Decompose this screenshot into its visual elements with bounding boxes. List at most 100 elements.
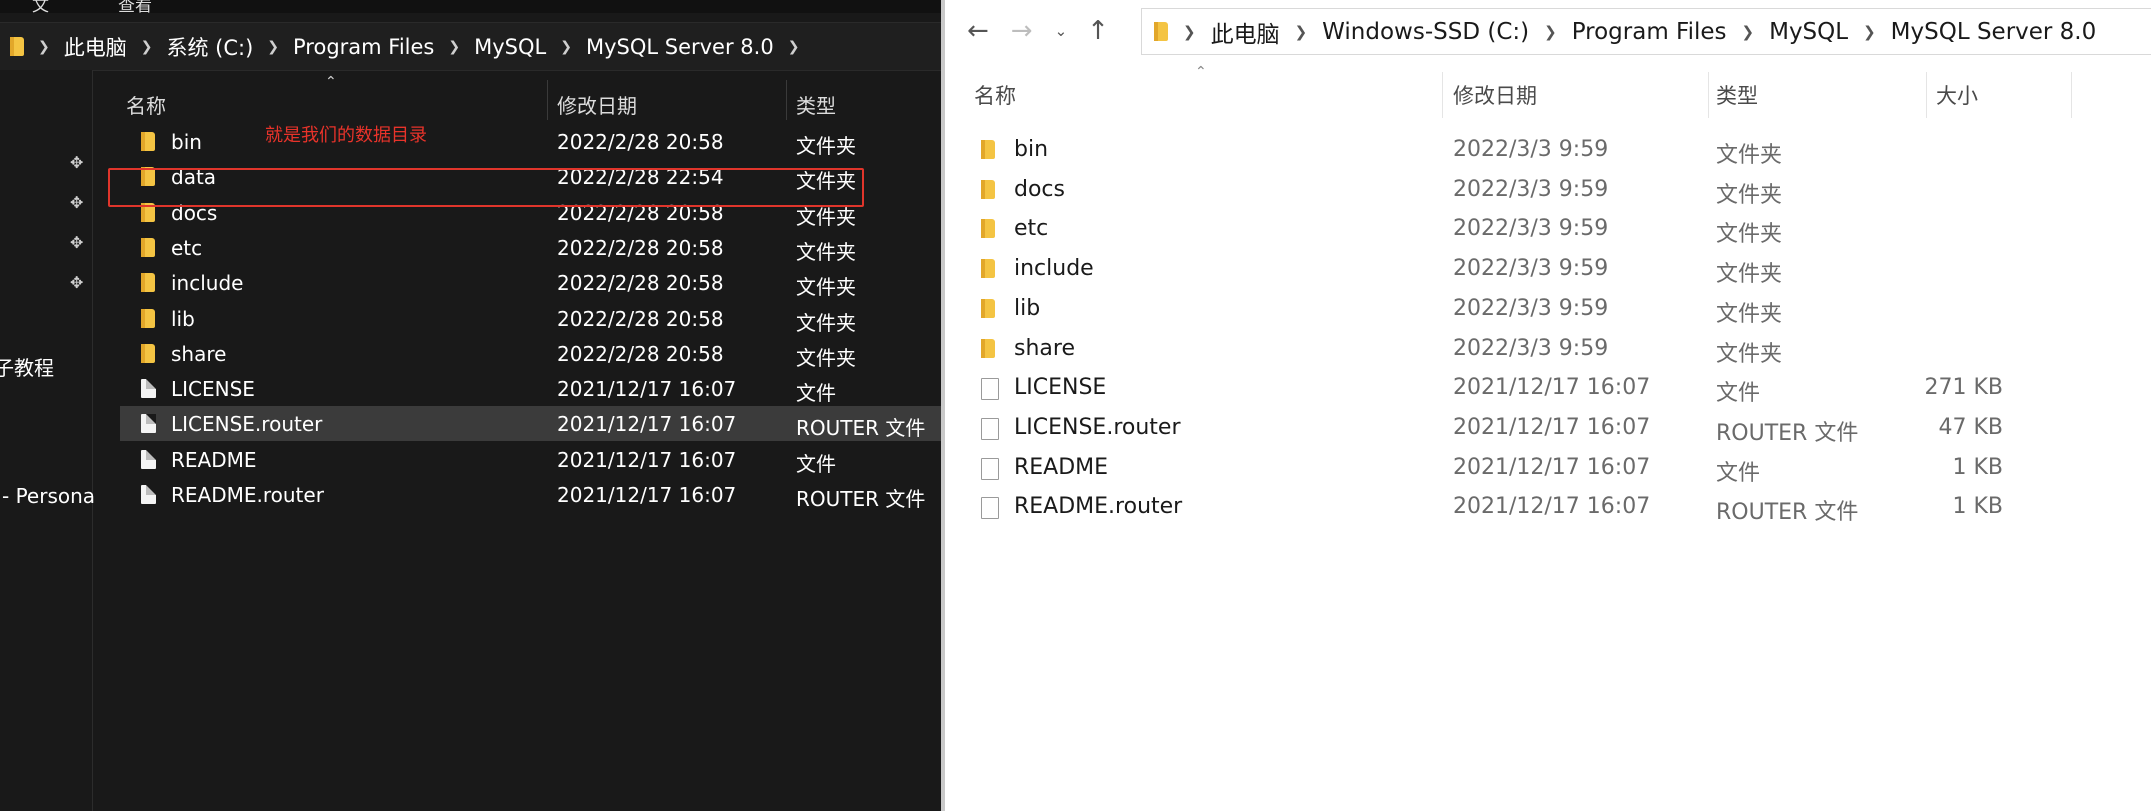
file-type: 文件夹	[1716, 143, 1783, 168]
column-header-size[interactable]: 大小	[1936, 80, 1978, 110]
column-header-row: ⌃ 名称 修改日期 类型 大小	[945, 64, 2151, 118]
file-name: bin	[171, 130, 202, 154]
folder-icon	[981, 298, 995, 324]
breadcrumb-item[interactable]: MySQL Server 8.0	[586, 35, 774, 59]
file-icon	[141, 414, 156, 438]
column-divider[interactable]	[786, 80, 787, 120]
pin-icon[interactable]: ✥	[70, 155, 84, 171]
up-arrow-icon[interactable]: ↑	[1087, 16, 1109, 46]
back-arrow-icon[interactable]: ←	[967, 16, 989, 46]
folder-icon	[981, 219, 995, 239]
file-name: etc	[171, 235, 203, 260]
nav-item[interactable]: - Persona	[2, 484, 95, 508]
table-row[interactable]: lib 2022/2/28 20:58 文件夹	[120, 301, 941, 336]
pin-icon[interactable]: ✥	[70, 235, 84, 251]
breadcrumb-item[interactable]: Windows-SSD (C:)	[1322, 19, 1529, 45]
column-divider[interactable]	[2071, 72, 2072, 118]
column-header-date[interactable]: 修改日期	[1453, 80, 1537, 110]
file-date: 2022/3/3 9:59	[1453, 216, 1609, 242]
file-type: 文件夹	[796, 275, 856, 300]
column-divider[interactable]	[1926, 72, 1927, 118]
chevron-right-icon[interactable]: ❯	[1295, 23, 1308, 41]
breadcrumb-item[interactable]: MySQL	[1769, 19, 1848, 45]
column-header-name[interactable]: 名称	[126, 90, 166, 119]
pin-icon[interactable]: ✥	[70, 275, 84, 291]
table-row[interactable]: include 2022/3/3 9:59 文件夹	[945, 249, 2065, 288]
chevron-right-icon[interactable]: ❯	[1544, 23, 1557, 41]
chevron-right-icon[interactable]: ❯	[1863, 23, 1876, 41]
chevron-right-icon[interactable]: ❯	[448, 39, 460, 55]
forward-arrow-icon[interactable]: →	[1011, 16, 1033, 46]
table-row[interactable]: LICENSE 2021/12/17 16:07 文件	[120, 371, 941, 406]
table-row[interactable]: LICENSE 2021/12/17 16:07 文件 271 KB	[945, 368, 2065, 407]
breadcrumb-item[interactable]: Program Files	[293, 35, 434, 59]
file-icon	[981, 497, 999, 520]
chevron-right-icon[interactable]: ❯	[38, 39, 50, 55]
chevron-down-icon[interactable]: ⌄	[1055, 16, 1068, 46]
address-bar[interactable]: ❯ 此电脑 ❯ Windows-SSD (C:) ❯ Program Files…	[1141, 8, 2151, 55]
chevron-right-icon[interactable]: ❯	[1742, 23, 1755, 41]
file-date: 2021/12/17 16:07	[557, 447, 737, 472]
column-divider[interactable]	[1708, 72, 1709, 118]
breadcrumb-item[interactable]: Program Files	[1572, 19, 1727, 45]
breadcrumb-item[interactable]: 系统 (C:)	[166, 32, 253, 62]
file-type: ROUTER 文件	[1716, 420, 1859, 446]
breadcrumb-item[interactable]: MySQL Server 8.0	[1891, 19, 2097, 45]
column-header-type[interactable]: 类型	[1716, 80, 1758, 110]
table-row[interactable]: share 2022/2/28 20:58 文件夹	[120, 336, 941, 371]
file-name: docs	[1014, 176, 1065, 202]
table-row[interactable]: LICENSE.router 2021/12/17 16:07 ROUTER 文件	[120, 406, 941, 442]
folder-icon	[981, 140, 995, 159]
chevron-right-icon[interactable]: ❯	[560, 39, 572, 55]
file-icon	[141, 414, 156, 434]
column-header-date[interactable]: 修改日期	[557, 90, 637, 119]
ribbon-strip: 文 查看	[0, 0, 941, 16]
breadcrumb-item[interactable]: MySQL	[474, 35, 546, 59]
sort-caret-icon: ⌃	[1195, 64, 1207, 80]
column-divider[interactable]	[547, 80, 548, 120]
file-name: README.router	[1014, 494, 1183, 520]
table-row[interactable]: share 2022/3/3 9:59 文件夹	[945, 329, 2065, 368]
file-date: 2022/3/3 9:59	[1453, 335, 1609, 361]
file-type: 文件夹	[796, 239, 856, 264]
ribbon-tab[interactable]: 查看	[118, 0, 152, 16]
chevron-right-icon[interactable]: ❯	[141, 39, 153, 55]
column-header-name[interactable]: 名称	[974, 80, 1016, 110]
chevron-right-icon[interactable]: ❯	[788, 39, 800, 55]
table-row[interactable]: docs 2022/3/3 9:59 文件夹	[945, 170, 2065, 209]
nav-item[interactable]: 子教程	[0, 352, 54, 381]
table-row[interactable]: include 2022/2/28 20:58 文件夹	[120, 265, 941, 300]
folder-icon	[981, 338, 995, 364]
pin-icon[interactable]: ✥	[70, 195, 84, 211]
table-row[interactable]: lib 2022/3/3 9:59 文件夹	[945, 289, 2065, 328]
chevron-right-icon[interactable]: ❯	[267, 39, 279, 55]
table-row[interactable]: bin 2022/3/3 9:59 文件夹	[945, 130, 2065, 169]
file-name: include	[1014, 256, 1094, 282]
folder-icon	[141, 237, 155, 257]
file-date: 2022/2/28 20:58	[557, 235, 724, 260]
file-type: 文件	[1716, 381, 1761, 407]
column-header-type[interactable]: 类型	[796, 90, 836, 119]
file-date: 2021/12/17 16:07	[1453, 375, 1651, 401]
folder-icon	[981, 179, 995, 199]
table-row[interactable]: README 2021/12/17 16:07 文件	[120, 442, 941, 477]
table-row[interactable]: README 2021/12/17 16:07 文件 1 KB	[945, 448, 2065, 487]
table-row[interactable]: README.router 2021/12/17 16:07 ROUTER 文件 1 …	[945, 487, 2065, 526]
breadcrumb-item[interactable]: 此电脑	[64, 32, 127, 62]
address-bar[interactable]: ❯ 此电脑 ❯ 系统 (C:) ❯ Program Files ❯ MySQL …	[0, 22, 941, 71]
column-divider[interactable]	[1442, 72, 1443, 118]
table-row[interactable]: etc 2022/3/3 9:59 文件夹	[945, 209, 2065, 248]
table-row[interactable]: README.router 2021/12/17 16:07 ROUTER 文件	[120, 477, 941, 512]
file-date: 2021/12/17 16:07	[557, 483, 737, 507]
table-row[interactable]: LICENSE.router 2021/12/17 16:07 ROUTER 文件 4…	[945, 408, 2065, 447]
chevron-right-icon[interactable]: ❯	[1183, 23, 1196, 41]
file-type: 文件夹	[796, 134, 856, 158]
table-row[interactable]: bin 2022/2/28 20:58 文件夹	[120, 124, 941, 159]
folder-icon	[141, 273, 155, 297]
file-type: 文件	[796, 451, 836, 476]
breadcrumb-item[interactable]: 此电脑	[1211, 15, 1280, 49]
table-row[interactable]: etc 2022/2/28 20:58 文件夹	[120, 230, 941, 265]
file-type: 文件夹	[796, 345, 856, 370]
ribbon-tab[interactable]: 文	[32, 0, 49, 16]
right-explorer-window: ← → ⌄ ↑ ❯ 此电脑 ❯ Windows-SSD (C:) ❯ Progr…	[945, 0, 2151, 811]
